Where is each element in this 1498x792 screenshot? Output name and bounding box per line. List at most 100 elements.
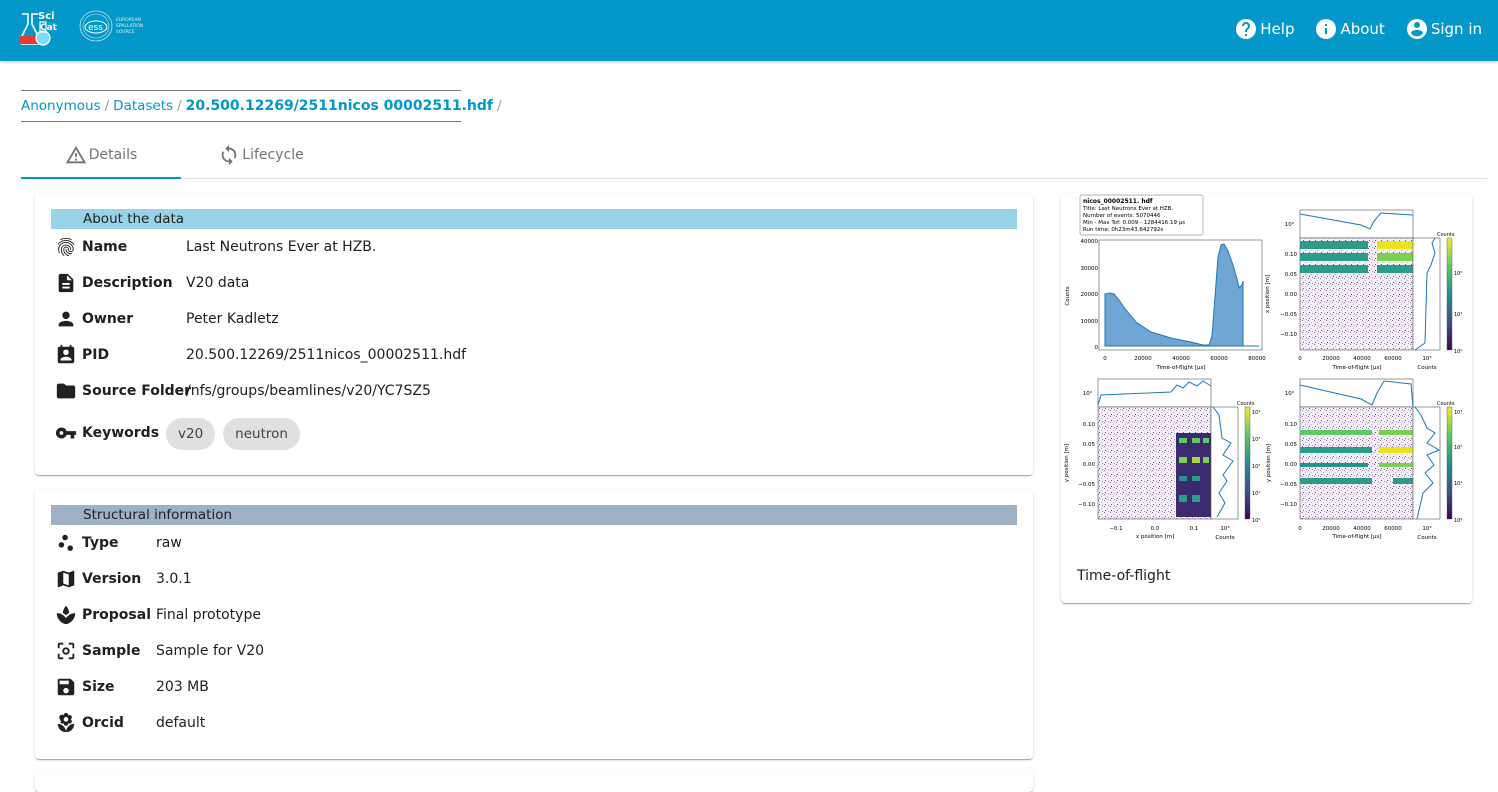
cbar-tick: 10⁴ <box>1252 410 1260 416</box>
y-axis-label: y position [m] <box>1064 444 1070 482</box>
size-value: 203 MB <box>156 679 209 695</box>
info-box: nicos_00002511. hdf Title: Last Neutrons… <box>1079 194 1204 236</box>
tab-details[interactable]: Details <box>21 132 181 179</box>
ytick: 0.05 <box>1285 442 1298 448</box>
info-filename: nicos_00002511. hdf <box>1083 198 1153 205</box>
keyword-chip[interactable]: v20 <box>166 418 216 450</box>
key-icon <box>55 422 77 444</box>
attachment-card: nicos_00002511. hdf Title: Last Neutrons… <box>1061 193 1472 603</box>
spa-icon <box>55 604 77 626</box>
ytick: 0.10 <box>1285 252 1298 258</box>
keywords-chip-list: v20 neutron <box>166 418 300 450</box>
ytick: 0.00 <box>1083 462 1096 468</box>
local-florist-icon <box>55 712 77 734</box>
xtick: 10³ <box>1220 525 1229 532</box>
x-axis-label: Counts <box>1417 535 1436 541</box>
center-focus-icon <box>55 640 77 662</box>
size-label: Size <box>82 679 115 695</box>
help-link[interactable]: Help <box>1234 17 1294 41</box>
sample-label: Sample <box>82 643 141 659</box>
cbar-tick: 10⁰ <box>1252 518 1260 524</box>
proposal-row: Proposal Final prototype <box>55 603 955 627</box>
breadcrumb-separator: / <box>104 98 110 114</box>
person-icon <box>55 308 77 330</box>
source-folder-value: /nfs/groups/beamlines/v20/YC7SZ5 <box>186 383 431 399</box>
pid-value: 20.500.12269/2511nicos_00002511.hdf <box>186 347 467 363</box>
cbar-tick: 10⁰ <box>1454 518 1462 524</box>
xtick: 20000 <box>1134 356 1152 362</box>
map-icon <box>55 568 77 590</box>
description-label: Description <box>82 275 173 291</box>
scatter-icon <box>55 532 77 554</box>
ytick: 10³ <box>1083 390 1092 397</box>
cbar-tick: 10¹ <box>1454 481 1462 487</box>
owner-row: Owner Peter Kadletz <box>55 307 955 331</box>
ytick: 0.05 <box>1083 442 1096 448</box>
ytick: 10³ <box>1285 221 1294 228</box>
source-folder-label: Source Folder <box>82 383 192 399</box>
source-folder-row: Source Folder /nfs/groups/beamlines/v20/… <box>55 379 955 403</box>
ytick: 0.05 <box>1285 272 1298 278</box>
help-circle-icon <box>1236 19 1257 39</box>
ytick: 0.00 <box>1285 462 1298 468</box>
x-axis-label: x position [m] <box>1136 534 1174 540</box>
version-row: Version 3.0.1 <box>55 567 955 591</box>
version-value: 3.0.1 <box>156 571 192 587</box>
pid-label: PID <box>82 347 110 363</box>
description-row: Description V20 data <box>55 271 955 295</box>
breadcrumb-datasets[interactable]: Datasets <box>113 98 173 114</box>
ytick: 30000 <box>1081 266 1099 272</box>
svg-text:SPALLATION: SPALLATION <box>116 23 143 29</box>
svg-text:SOURCE: SOURCE <box>116 29 135 35</box>
xtick: 40000 <box>1353 526 1371 532</box>
ytick: 40000 <box>1081 239 1099 245</box>
tab-lifecycle[interactable]: Lifecycle <box>181 132 341 178</box>
xtick: 40000 <box>1353 356 1371 362</box>
help-label: Help <box>1260 20 1295 38</box>
tof-histogram-panel: 0 10000 20000 30000 40000 0 20000 40000 … <box>1065 239 1266 371</box>
ess-logo[interactable]: ess EUROPEAN SPALLATION SOURCE <box>78 8 148 44</box>
structural-information-card: Structural information Type raw Version … <box>35 489 1033 759</box>
breadcrumb-current-dataset[interactable]: 20.500.12269/2511nicos 00002511.hdf <box>186 98 493 114</box>
cbar-tick: 10⁰ <box>1454 349 1462 355</box>
info-line: Number of events: 5070446 <box>1083 213 1161 219</box>
owner-label: Owner <box>82 311 134 327</box>
counts-label: Counts <box>1237 401 1255 407</box>
next-card <box>35 772 1033 792</box>
svg-text:ess: ess <box>88 23 103 33</box>
tab-details-label: Details <box>88 146 138 163</box>
version-label: Version <box>82 571 142 587</box>
sign-in-link[interactable]: Sign in <box>1405 17 1482 41</box>
xtick: 0 <box>1298 356 1302 362</box>
folder-icon <box>55 380 77 402</box>
warning-icon <box>65 145 86 163</box>
sample-value: Sample for V20 <box>156 643 265 659</box>
info-icon <box>1316 19 1337 39</box>
cbar-tick: 10³ <box>1252 437 1260 443</box>
about-section-header: About the data <box>51 209 1017 229</box>
type-label: Type <box>82 535 119 551</box>
xtick: 10³ <box>1422 525 1431 532</box>
about-link[interactable]: About <box>1314 17 1385 41</box>
scicat-logo[interactable]: Sci Cat <box>14 6 60 48</box>
ytick: 20000 <box>1081 292 1099 298</box>
badge-icon <box>55 344 77 366</box>
breadcrumb-anonymous[interactable]: Anonymous <box>21 98 101 114</box>
about-the-data-card: About the data Name Last Neutrons Ever a… <box>35 193 1033 475</box>
xtick: 20000 <box>1322 356 1340 362</box>
xtick: −0.1 <box>1109 526 1122 532</box>
xtick: 60000 <box>1384 356 1402 362</box>
keyword-chip[interactable]: neutron <box>223 418 300 450</box>
x-axis-label: Time-of-flight [µs] <box>1155 365 1205 371</box>
orcid-row: Orcid default <box>55 711 955 735</box>
description-icon <box>55 272 77 294</box>
ytick: −0.05 <box>1280 312 1297 318</box>
description-value: V20 data <box>186 275 250 291</box>
counts-label: Counts <box>1437 401 1455 407</box>
tof-thumbnail[interactable]: nicos_00002511. hdf Title: Last Neutrons… <box>1061 193 1472 545</box>
ytick: 0.00 <box>1285 292 1298 298</box>
tab-lifecycle-label: Lifecycle <box>242 147 304 163</box>
owner-value: Peter Kadletz <box>186 311 279 327</box>
cbar-tick: 10² <box>1454 445 1462 451</box>
structural-section-header: Structural information <box>51 505 1017 525</box>
